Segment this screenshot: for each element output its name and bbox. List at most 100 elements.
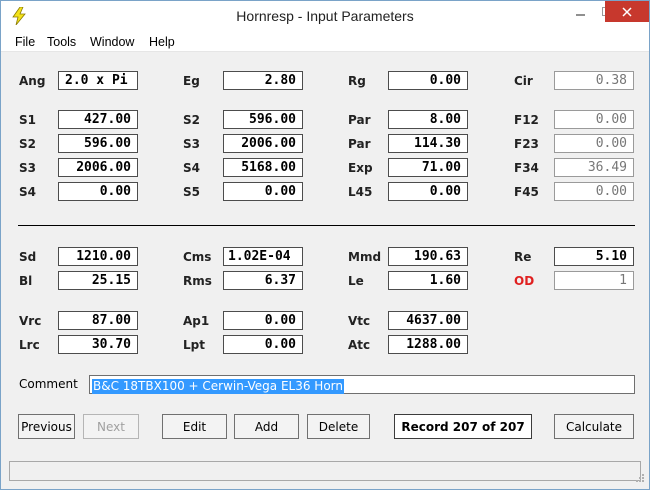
menu-tools-label: Tools [47, 35, 77, 49]
field-s4[interactable]: 0.00 [58, 182, 138, 201]
label-par-1: Par [348, 113, 371, 127]
close-icon [622, 6, 632, 17]
section-divider [18, 225, 635, 226]
label-f12: F12 [514, 113, 539, 127]
field-vtc[interactable]: 4637.00 [388, 311, 468, 330]
label-eg: Eg [183, 74, 200, 88]
resize-grip-icon[interactable] [635, 473, 645, 483]
label-lpt: Lpt [183, 338, 205, 352]
field-s2-top[interactable]: 596.00 [223, 110, 303, 129]
field-par-2[interactable]: 114.30 [388, 134, 468, 153]
field-s3[interactable]: 2006.00 [58, 158, 138, 177]
label-rg: Rg [348, 74, 366, 88]
field-s1[interactable]: 427.00 [58, 110, 138, 129]
field-s3-top[interactable]: 2006.00 [223, 134, 303, 153]
field-cms[interactable]: 1.02E-04 [223, 247, 303, 266]
field-lpt[interactable]: 0.00 [223, 335, 303, 354]
field-od: 1 [554, 271, 634, 290]
next-button-label: Next [97, 419, 125, 434]
menu-window-label: Window [90, 35, 135, 49]
menu-help-label: Help [149, 35, 175, 49]
label-atc: Atc [348, 338, 371, 352]
label-s2: S2 [19, 137, 36, 151]
status-bar [9, 461, 641, 481]
label-f45: F45 [514, 185, 539, 199]
label-s4: S4 [19, 185, 36, 199]
app-window: Hornresp - Input Parameters File Tools W… [0, 0, 650, 490]
field-atc[interactable]: 1288.00 [388, 335, 468, 354]
field-ap1[interactable]: 0.00 [223, 311, 303, 330]
menu-bar: File Tools Window Help [1, 32, 649, 52]
menu-tools[interactable]: Tools [47, 35, 76, 49]
title-bar: Hornresp - Input Parameters [1, 1, 649, 32]
label-s2-top: S2 [183, 113, 200, 127]
label-cms: Cms [183, 250, 212, 264]
label-l45: L45 [348, 185, 373, 199]
field-bl[interactable]: 25.15 [58, 271, 138, 290]
field-f34: 36.49 [554, 158, 634, 177]
label-lrc: Lrc [19, 338, 40, 352]
label-re: Re [514, 250, 532, 264]
edit-button-label: Edit [182, 419, 207, 434]
field-l45[interactable]: 0.00 [388, 182, 468, 201]
label-rms: Rms [183, 274, 212, 288]
comment-field[interactable]: B&C 18TBX100 + Cerwin-Vega EL36 Horn [89, 375, 635, 394]
add-button[interactable]: Add [234, 414, 299, 439]
minimize-button[interactable] [567, 1, 595, 23]
label-f34: F34 [514, 161, 539, 175]
field-lrc[interactable]: 30.70 [58, 335, 138, 354]
calculate-button-label: Calculate [565, 419, 623, 434]
label-od: OD [514, 274, 535, 288]
field-f12: 0.00 [554, 110, 634, 129]
field-rms[interactable]: 6.37 [223, 271, 303, 290]
menu-file[interactable]: File [15, 35, 35, 49]
label-cir: Cir [514, 74, 533, 88]
field-s4-top[interactable]: 5168.00 [223, 158, 303, 177]
field-f45: 0.00 [554, 182, 634, 201]
label-s5: S5 [183, 185, 200, 199]
label-s3-top: S3 [183, 137, 200, 151]
label-f23: F23 [514, 137, 539, 151]
label-le: Le [348, 274, 364, 288]
label-exp: Exp [348, 161, 373, 175]
field-ang[interactable]: 2.0 x Pi [58, 71, 138, 90]
label-sd: Sd [19, 250, 37, 264]
menu-window[interactable]: Window [90, 35, 134, 49]
previous-button[interactable]: Previous [18, 414, 75, 439]
field-mmd[interactable]: 190.63 [388, 247, 468, 266]
label-bl: Bl [19, 274, 33, 288]
comment-text: B&C 18TBX100 + Cerwin-Vega EL36 Horn [92, 379, 344, 394]
input-parameters-panel: Ang 2.0 x Pi Eg 2.80 Rg 0.00 Cir 0.38 S1… [1, 53, 649, 489]
field-sd[interactable]: 1210.00 [58, 247, 138, 266]
field-vrc[interactable]: 87.00 [58, 311, 138, 330]
label-s1: S1 [19, 113, 36, 127]
menu-file-label: File [15, 35, 36, 49]
field-exp[interactable]: 71.00 [388, 158, 468, 177]
label-s4-top: S4 [183, 161, 200, 175]
label-s3: S3 [19, 161, 36, 175]
edit-button[interactable]: Edit [162, 414, 227, 439]
calculate-button[interactable]: Calculate [554, 414, 634, 439]
delete-button[interactable]: Delete [307, 414, 370, 439]
menu-help[interactable]: Help [149, 35, 175, 49]
field-par-1[interactable]: 8.00 [388, 110, 468, 129]
label-vrc: Vrc [19, 314, 42, 328]
field-rg[interactable]: 0.00 [388, 71, 468, 90]
record-indicator: Record 207 of 207 [394, 414, 532, 439]
previous-button-label: Previous [21, 419, 72, 434]
field-le[interactable]: 1.60 [388, 271, 468, 290]
close-button[interactable] [605, 1, 649, 22]
label-ap1: Ap1 [183, 314, 210, 328]
field-s2[interactable]: 596.00 [58, 134, 138, 153]
field-f23: 0.00 [554, 134, 634, 153]
field-cir: 0.38 [554, 71, 634, 90]
label-mmd: Mmd [348, 250, 382, 264]
field-eg[interactable]: 2.80 [223, 71, 303, 90]
label-ang: Ang [19, 74, 46, 88]
label-par-2: Par [348, 137, 371, 151]
comment-label: Comment [19, 377, 78, 391]
field-s5[interactable]: 0.00 [223, 182, 303, 201]
next-button: Next [83, 414, 139, 439]
field-re[interactable]: 5.10 [554, 247, 634, 266]
delete-button-label: Delete [318, 419, 359, 434]
